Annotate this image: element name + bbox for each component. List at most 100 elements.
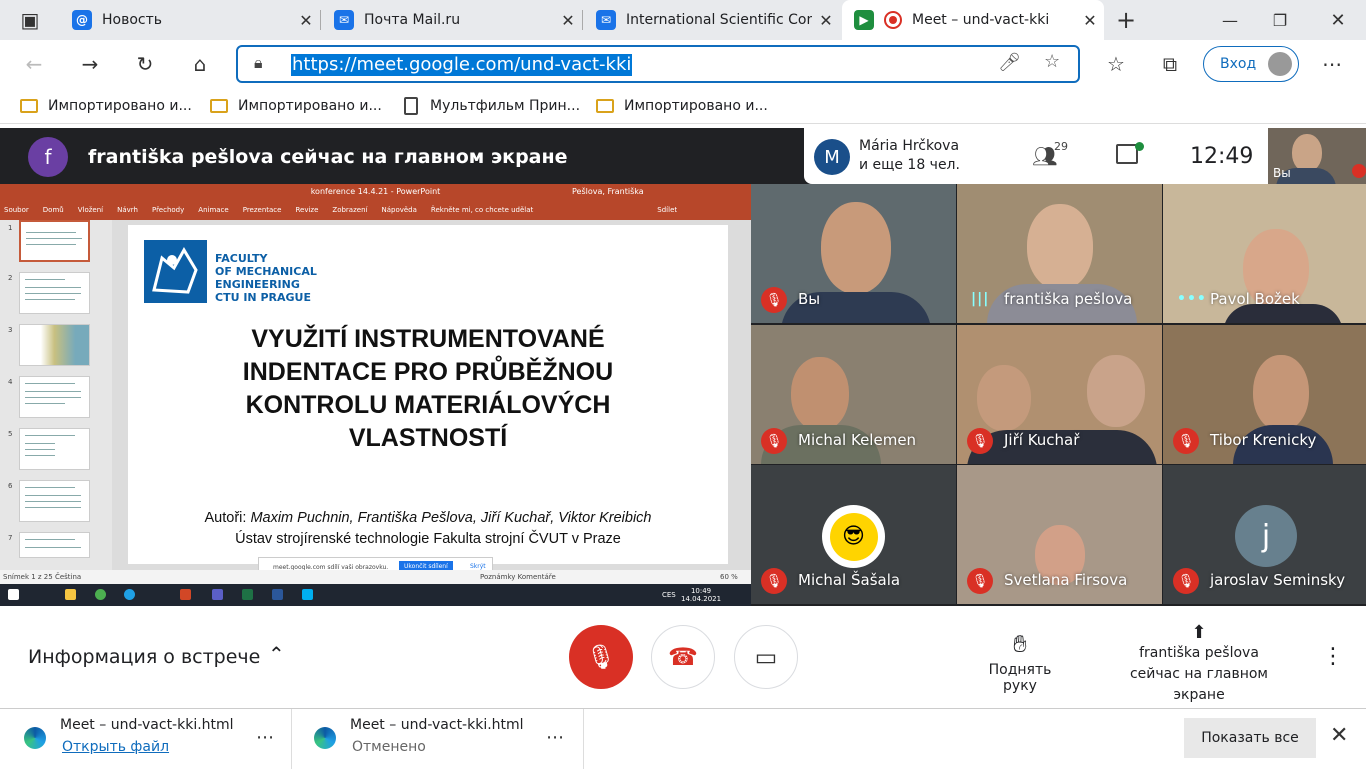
- recording-icon: [884, 11, 902, 29]
- taskbar-date: 14.04.2021: [681, 595, 722, 603]
- meeting-details-button[interactable]: Информация о встрече: [28, 646, 260, 668]
- download-item[interactable]: Meet – und-vact-kki.html Отменено ⋯: [290, 709, 584, 769]
- participant-tile[interactable]: 🎙︎ Svetlana Firsova: [957, 465, 1162, 604]
- collections-icon[interactable]: ⧉: [1154, 48, 1186, 80]
- presenting-name: františka pešlova: [1139, 645, 1259, 661]
- mic-off-icon: 🎙︎: [761, 287, 787, 313]
- slide-thumbnail: [19, 428, 90, 470]
- participant-tile[interactable]: j 🎙︎ jaroslav Seminsky: [1163, 465, 1366, 604]
- microphone-icon[interactable]: 🎤︎: [998, 52, 1021, 73]
- bookmark-item[interactable]: Мультфильм Прин...: [404, 94, 580, 118]
- slide-number: 4: [8, 378, 13, 386]
- reload-icon[interactable]: ↻: [129, 48, 161, 80]
- tab-meet-active[interactable]: ▶ Meet – und-vact-kki ✕: [842, 0, 1104, 40]
- open-file-link[interactable]: Открыть файл: [62, 739, 169, 755]
- ctu-logo: [144, 240, 207, 303]
- tab-mail[interactable]: ✉ Почта Mail.ru ✕: [322, 0, 582, 40]
- address-bar[interactable]: 🔒︎ https://meet.google.com/und-vact-kki …: [236, 45, 1080, 83]
- tab-title: Почта Mail.ru: [364, 12, 461, 28]
- taskbar-time: 10:49: [690, 587, 712, 595]
- download-item[interactable]: Meet – und-vact-kki.html Открыть файл ⋯: [0, 709, 292, 769]
- mail-icon: ✉: [334, 10, 354, 30]
- ribbon-tab: Zobrazení: [332, 206, 368, 214]
- camera-toggle-button[interactable]: ▭: [734, 625, 798, 689]
- signin-button[interactable]: Вход: [1203, 46, 1299, 82]
- favorites-icon[interactable]: ☆: [1100, 48, 1132, 80]
- smiley-icon: 😎︎: [829, 512, 878, 561]
- participant-tile[interactable]: 🎙︎ Tibor Krenicky: [1163, 325, 1366, 464]
- shared-screen: konference 14.4.21 - PowerPoint Pešlova,…: [0, 184, 751, 606]
- bookmark-item[interactable]: Импортировано и...: [210, 94, 382, 118]
- participant-more: и еще 18 чел.: [859, 157, 960, 173]
- close-icon[interactable]: ✕: [1076, 11, 1104, 30]
- hide-share-bar-link[interactable]: Skrýt: [470, 563, 486, 570]
- bookmark-item[interactable]: Импортировано и...: [20, 94, 192, 118]
- participant-tile[interactable]: 🎙︎ Вы: [751, 184, 956, 323]
- folder-icon: [20, 99, 38, 113]
- participant-tile[interactable]: 🎙︎ Michal Kelemen: [751, 325, 956, 464]
- bookmark-label: Импортировано и...: [48, 98, 192, 114]
- restore-icon[interactable]: ❐: [1264, 4, 1296, 36]
- chevron-up-icon[interactable]: ⌃: [268, 642, 285, 666]
- leave-call-button[interactable]: ☎︎: [651, 625, 715, 689]
- bookmarks-bar: Импортировано и... Импортировано и... Му…: [0, 88, 1366, 124]
- tab-actions-icon[interactable]: ▣: [14, 4, 46, 36]
- ribbon-tab: Domů: [42, 206, 64, 214]
- people-count: 29: [1054, 140, 1068, 153]
- slide-thumbnail: [19, 480, 90, 522]
- bookmark-item[interactable]: Импортировано и...: [596, 94, 768, 118]
- minimize-icon[interactable]: —: [1214, 4, 1246, 36]
- forward-icon[interactable]: →: [74, 48, 106, 80]
- participant-summary: Mária Hrčkova и еще 18 чел.: [859, 137, 960, 175]
- close-icon[interactable]: ✕: [1330, 723, 1348, 748]
- faculty-name: FACULTY OF MECHANICAL ENGINEERING CTU IN…: [215, 252, 317, 304]
- url-text[interactable]: https://meet.google.com/und-vact-kki: [291, 54, 633, 76]
- presentation-info-button[interactable]: ⬆︎ františka pešlova сейчас на главном э…: [1104, 622, 1294, 706]
- authors-label: Autoři:: [204, 510, 247, 526]
- hangup-icon: ☎︎: [668, 643, 698, 671]
- meet-icon: ▶: [854, 10, 874, 30]
- more-icon[interactable]: ⋯: [256, 727, 274, 748]
- ribbon-tab: Soubor: [4, 206, 29, 214]
- participant-tile[interactable]: 😎︎ 🎙︎ Michal Šašala: [751, 465, 956, 604]
- folder-icon: [596, 99, 614, 113]
- bookmark-label: Импортировано и...: [238, 98, 382, 114]
- mic-off-icon: 🎙︎: [1173, 428, 1199, 454]
- show-all-downloads-button[interactable]: Показать все: [1184, 718, 1316, 758]
- home-icon[interactable]: ⌂: [184, 48, 216, 80]
- ppt-statusbar: Snímek 1 z 25 Čeština Poznámky Komentáře…: [0, 570, 751, 584]
- close-icon[interactable]: ✕: [554, 11, 582, 30]
- ppt-ribbon: Soubor Domů Vložení Návrh Přechody Anima…: [4, 206, 677, 214]
- more-icon[interactable]: ⋯: [546, 727, 564, 748]
- word-icon: [272, 589, 283, 600]
- slide-number: 1: [8, 224, 13, 232]
- teams-icon: [212, 589, 223, 600]
- more-icon[interactable]: ⋯: [1316, 48, 1348, 80]
- participant-name: Michal Kelemen: [798, 431, 917, 449]
- speaking-icon: •••: [1177, 291, 1207, 307]
- mic-toggle-button[interactable]: 🎙︎: [569, 625, 633, 689]
- participant-tile[interactable]: ••• Pavol Božek: [1163, 184, 1366, 323]
- tab-novost[interactable]: @ Новость ✕: [60, 0, 320, 40]
- bookmark-label: Импортировано и...: [624, 98, 768, 114]
- close-icon[interactable]: ✕: [812, 11, 840, 30]
- tab-title: Новость: [102, 12, 163, 28]
- taskbar-clock: 10:49 14.04.2021: [681, 587, 721, 603]
- more-options-icon[interactable]: ⋮: [1322, 644, 1344, 669]
- participant-tile[interactable]: ||| františka pešlova: [957, 184, 1162, 323]
- chat-notification-dot: [1135, 142, 1144, 151]
- add-favorite-icon[interactable]: ☆: [1044, 51, 1060, 72]
- participant-name: Tibor Krenicky: [1210, 431, 1317, 449]
- slide-title-line: VYUŽITÍ INSTRUMENTOVANÉ: [251, 325, 605, 353]
- tab-conference[interactable]: ✉ International Scientific Con ✕: [584, 0, 840, 40]
- new-tab-icon[interactable]: +: [1110, 4, 1142, 36]
- raise-hand-button[interactable]: ✋︎ Поднять руку: [970, 630, 1070, 694]
- window-close-icon[interactable]: ✕: [1322, 4, 1354, 36]
- back-icon[interactable]: ←: [18, 48, 50, 80]
- slide-title-line: KONTROLU MATERIÁLOVÝCH: [245, 391, 611, 419]
- download-filename: Meet – und-vact-kki.html: [350, 717, 524, 733]
- close-icon[interactable]: ✕: [292, 11, 320, 30]
- slide-thumbnails: 1 2 3 4 5 6 7: [0, 220, 112, 570]
- participant-tile[interactable]: 🎙︎ Jiří Kuchař: [957, 325, 1162, 464]
- slide-thumbnail: [19, 532, 90, 558]
